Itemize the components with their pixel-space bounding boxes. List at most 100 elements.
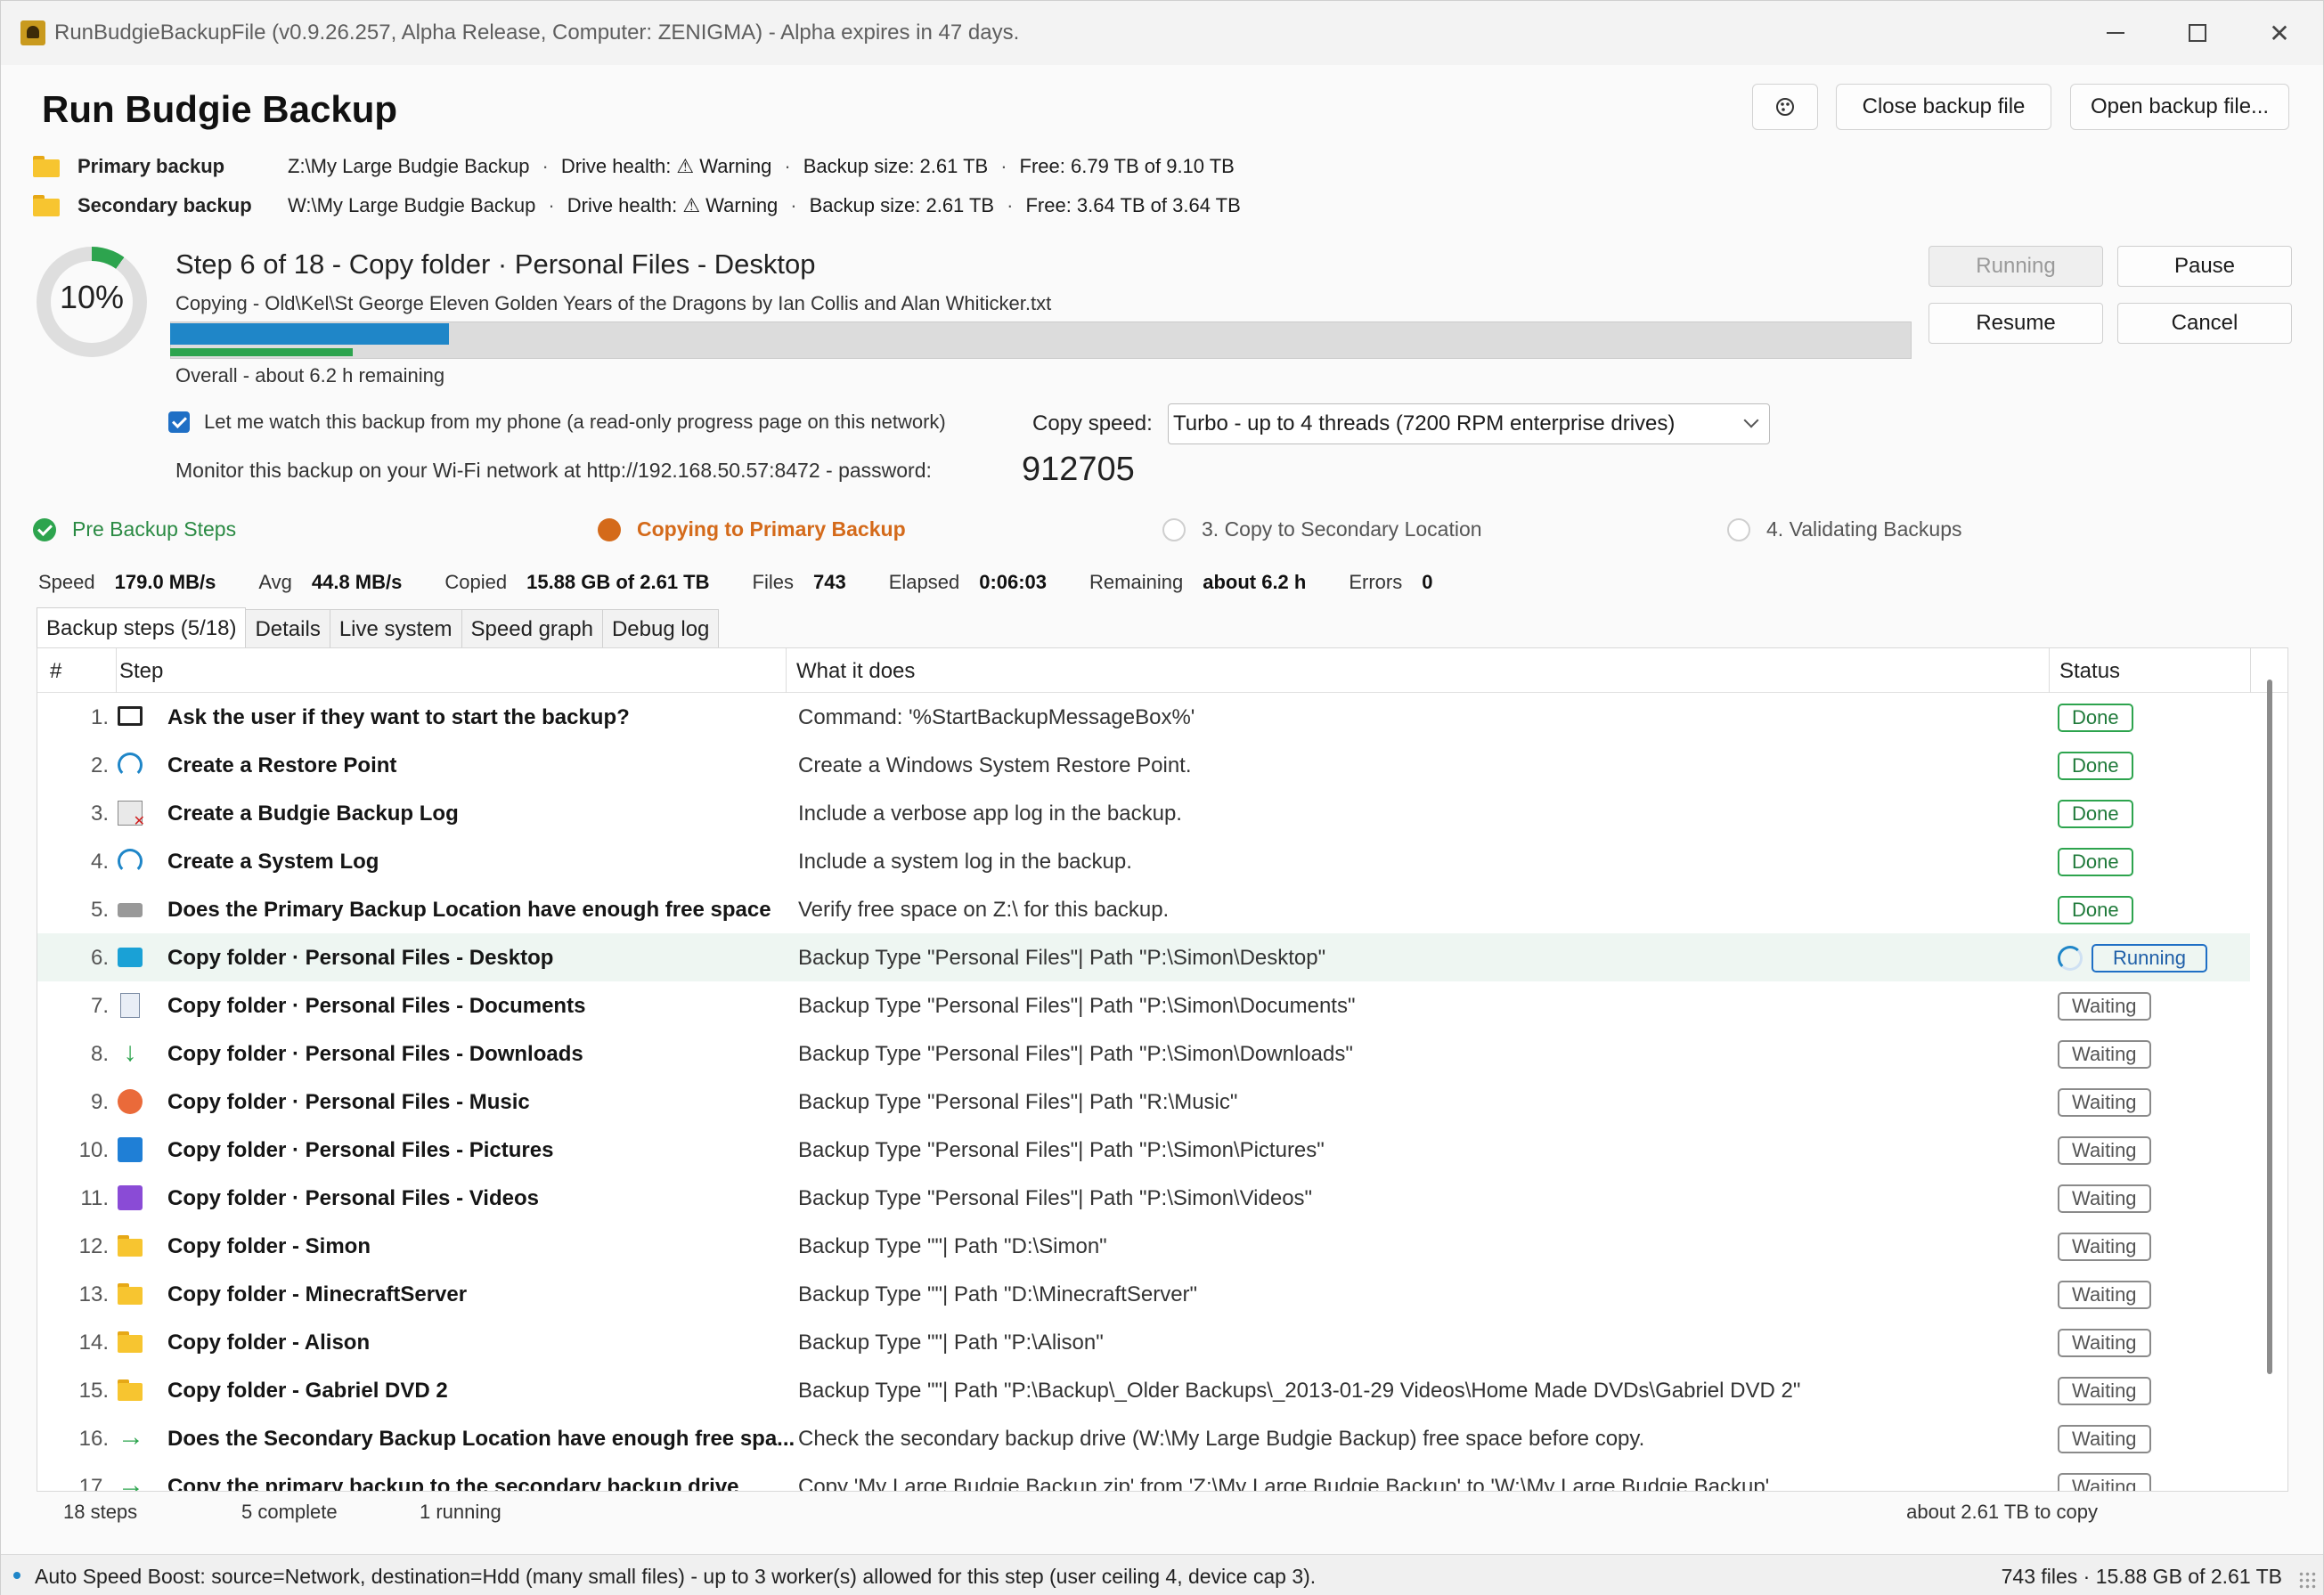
arrow-icon: → [118, 1422, 144, 1452]
stat-value: about 6.2 h [1203, 571, 1307, 593]
row-number: 9. [90, 1090, 109, 1114]
status-message: Auto Speed Boost: source=Network, destin… [35, 1565, 1317, 1588]
step-name: Copy folder · Personal Files - Videos [167, 1186, 539, 1210]
close-icon: ✕ [2269, 19, 2290, 47]
stat-value: 0:06:03 [979, 571, 1048, 593]
tab-backup-steps[interactable]: Backup steps (5/18) [37, 607, 247, 648]
primary-backup-row: Primary backup Z:\My Large Budgie Backup… [33, 151, 1235, 183]
column-header-step[interactable]: Step [119, 659, 163, 684]
videos-icon [118, 1185, 143, 1210]
step-name: Create a Budgie Backup Log [167, 802, 459, 826]
vertical-scrollbar[interactable] [2267, 680, 2272, 1374]
overall-remaining-text: Overall - about 6.2 h remaining [175, 364, 445, 387]
folder-icon [118, 1330, 143, 1355]
table-row[interactable]: 3. Create a Budgie Backup Log Include a ve… [37, 789, 2250, 837]
secondary-free-space: Free: 3.64 TB of 3.64 TB [1025, 194, 1241, 216]
step-description: Create a Windows System Restore Point. [798, 753, 1192, 777]
step-description: Backup Type "Personal Files"| Path "P:\S… [798, 1186, 1313, 1210]
table-row[interactable]: 8. ↓ Copy folder · Personal Files - Downlo… [37, 1029, 2250, 1078]
row-number: 4. [90, 850, 109, 874]
current-step-progress-fill [170, 323, 449, 345]
row-number: 6. [90, 946, 109, 970]
row-number: 17. [78, 1475, 109, 1492]
step-name: Copy folder - Gabriel DVD 2 [167, 1379, 448, 1403]
row-number: 2. [90, 753, 109, 777]
minimize-icon [2107, 32, 2124, 34]
step-name: Copy folder - Simon [167, 1234, 371, 1258]
tab-debug-log[interactable]: Debug log [601, 609, 720, 648]
row-number: 3. [90, 802, 109, 826]
phone-watch-row: Let me watch this backup from my phone (… [168, 409, 946, 435]
overall-progress-fill [170, 348, 353, 356]
copy-speed-value: Turbo - up to 4 threads (7200 RPM enterp… [1173, 411, 1676, 435]
step-name: Create a System Log [167, 850, 379, 874]
step-name: Copy folder · Personal Files - Documents [167, 994, 586, 1018]
step-name: Does the Primary Backup Location have en… [167, 898, 771, 922]
copy-speed-select[interactable]: Turbo - up to 4 threads (7200 RPM enterp… [1168, 403, 1770, 444]
stat-value: 743 [812, 571, 846, 593]
stat-value: 15.88 GB of 2.61 TB [526, 571, 710, 593]
stat-label: Remaining [1089, 571, 1184, 593]
step-description: Backup Type "Personal Files"| Path "P:\S… [798, 946, 1326, 970]
table-row[interactable]: 5. Does the Primary Backup Location have … [37, 885, 2250, 933]
table-row[interactable]: 11. Copy folder · Personal Files - Videos… [37, 1174, 2250, 1222]
stat-label: Speed [38, 571, 95, 593]
table-row[interactable]: 9. Copy folder · Personal Files - Music Ba… [37, 1078, 2250, 1126]
current-file-text: Copying - Old\Kel\St George Eleven Golde… [175, 292, 1052, 314]
complete-count: 5 complete [241, 1501, 338, 1523]
minimize-button[interactable] [2089, 13, 2142, 53]
table-row[interactable]: 7. Copy folder · Personal Files - Documen… [37, 981, 2250, 1029]
row-number: 13. [78, 1282, 109, 1306]
step-description: Verify free space on Z:\ for this backup… [798, 898, 1170, 922]
empty-circle-icon [1727, 517, 1750, 541]
status-badge: Waiting [2058, 1233, 2151, 1261]
table-row[interactable]: 14. Copy folder - Alison Backup Type ""| P… [37, 1318, 2250, 1366]
backup-steps-table: # Step What it does Status 1. Ask the use… [37, 647, 2288, 1492]
status-badge: Waiting [2058, 992, 2151, 1021]
theme-toggle-button[interactable] [1752, 84, 1818, 130]
table-row[interactable]: 2. Create a Restore Point Create a Windows… [37, 741, 2250, 789]
resize-grip-icon[interactable] [2298, 1571, 2316, 1589]
monitor-url-text: Monitor this backup on your Wi-Fi networ… [175, 459, 932, 482]
table-row[interactable]: 6. Copy folder · Personal Files - Desktop… [37, 933, 2250, 981]
status-badge: Waiting [2058, 1040, 2151, 1069]
pictures-icon [118, 1137, 143, 1162]
table-row[interactable]: 12. Copy folder - Simon Backup Type ""| Pa… [37, 1222, 2250, 1270]
pause-button[interactable]: Pause [2117, 246, 2292, 287]
column-header-status[interactable]: Status [2059, 659, 2120, 684]
phase-copy-secondary: 3. Copy to Secondary Location [1162, 517, 1482, 541]
column-header-what[interactable]: What it does [796, 659, 915, 684]
phone-watch-checkbox[interactable] [168, 411, 190, 433]
row-number: 15. [78, 1379, 109, 1403]
row-number: 14. [78, 1331, 109, 1355]
table-row[interactable]: 13. Copy folder - MinecraftServer Backup T… [37, 1270, 2250, 1318]
step-name: Copy folder · Personal Files - Desktop [167, 946, 554, 970]
maximize-button[interactable] [2171, 13, 2224, 53]
resume-button[interactable]: Resume [1929, 303, 2103, 344]
tab-speed-graph[interactable]: Speed graph [461, 609, 603, 648]
open-backup-file-button[interactable]: Open backup file... [2070, 84, 2289, 130]
table-row[interactable]: 17. → Copy the primary backup to the secon… [37, 1462, 2250, 1492]
table-row[interactable]: 4. Create a System Log Include a system lo… [37, 837, 2250, 885]
row-number: 8. [90, 1042, 109, 1066]
cancel-button[interactable]: Cancel [2117, 303, 2292, 344]
stat-value: 179.0 MB/s [114, 571, 216, 593]
folder-icon [118, 1282, 143, 1306]
close-window-button[interactable]: ✕ [2253, 13, 2306, 53]
table-row[interactable]: 16. → Does the Secondary Backup Location h… [37, 1414, 2250, 1462]
row-number: 1. [90, 705, 109, 729]
table-row[interactable]: 15. Copy folder - Gabriel DVD 2 Backup Typ… [37, 1366, 2250, 1414]
secondary-backup-path: W:\My Large Budgie Backup [288, 194, 536, 216]
status-badge: Waiting [2058, 1136, 2151, 1165]
running-button[interactable]: Running [1929, 246, 2103, 287]
table-row[interactable]: 10. Copy folder · Personal Files - Pictur… [37, 1126, 2250, 1174]
step-description: Backup Type "Personal Files"| Path "P:\S… [798, 1138, 1325, 1162]
tab-details[interactable]: Details [245, 609, 330, 648]
tab-live-system[interactable]: Live system [329, 609, 462, 648]
table-row[interactable]: 1. Ask the user if they want to start the… [37, 693, 2250, 741]
status-badge: Done [2058, 848, 2133, 876]
column-header-number[interactable]: # [50, 659, 61, 684]
palette-icon [1776, 98, 1794, 116]
close-backup-file-button[interactable]: Close backup file [1836, 84, 2051, 130]
status-badge: Waiting [2058, 1329, 2151, 1357]
